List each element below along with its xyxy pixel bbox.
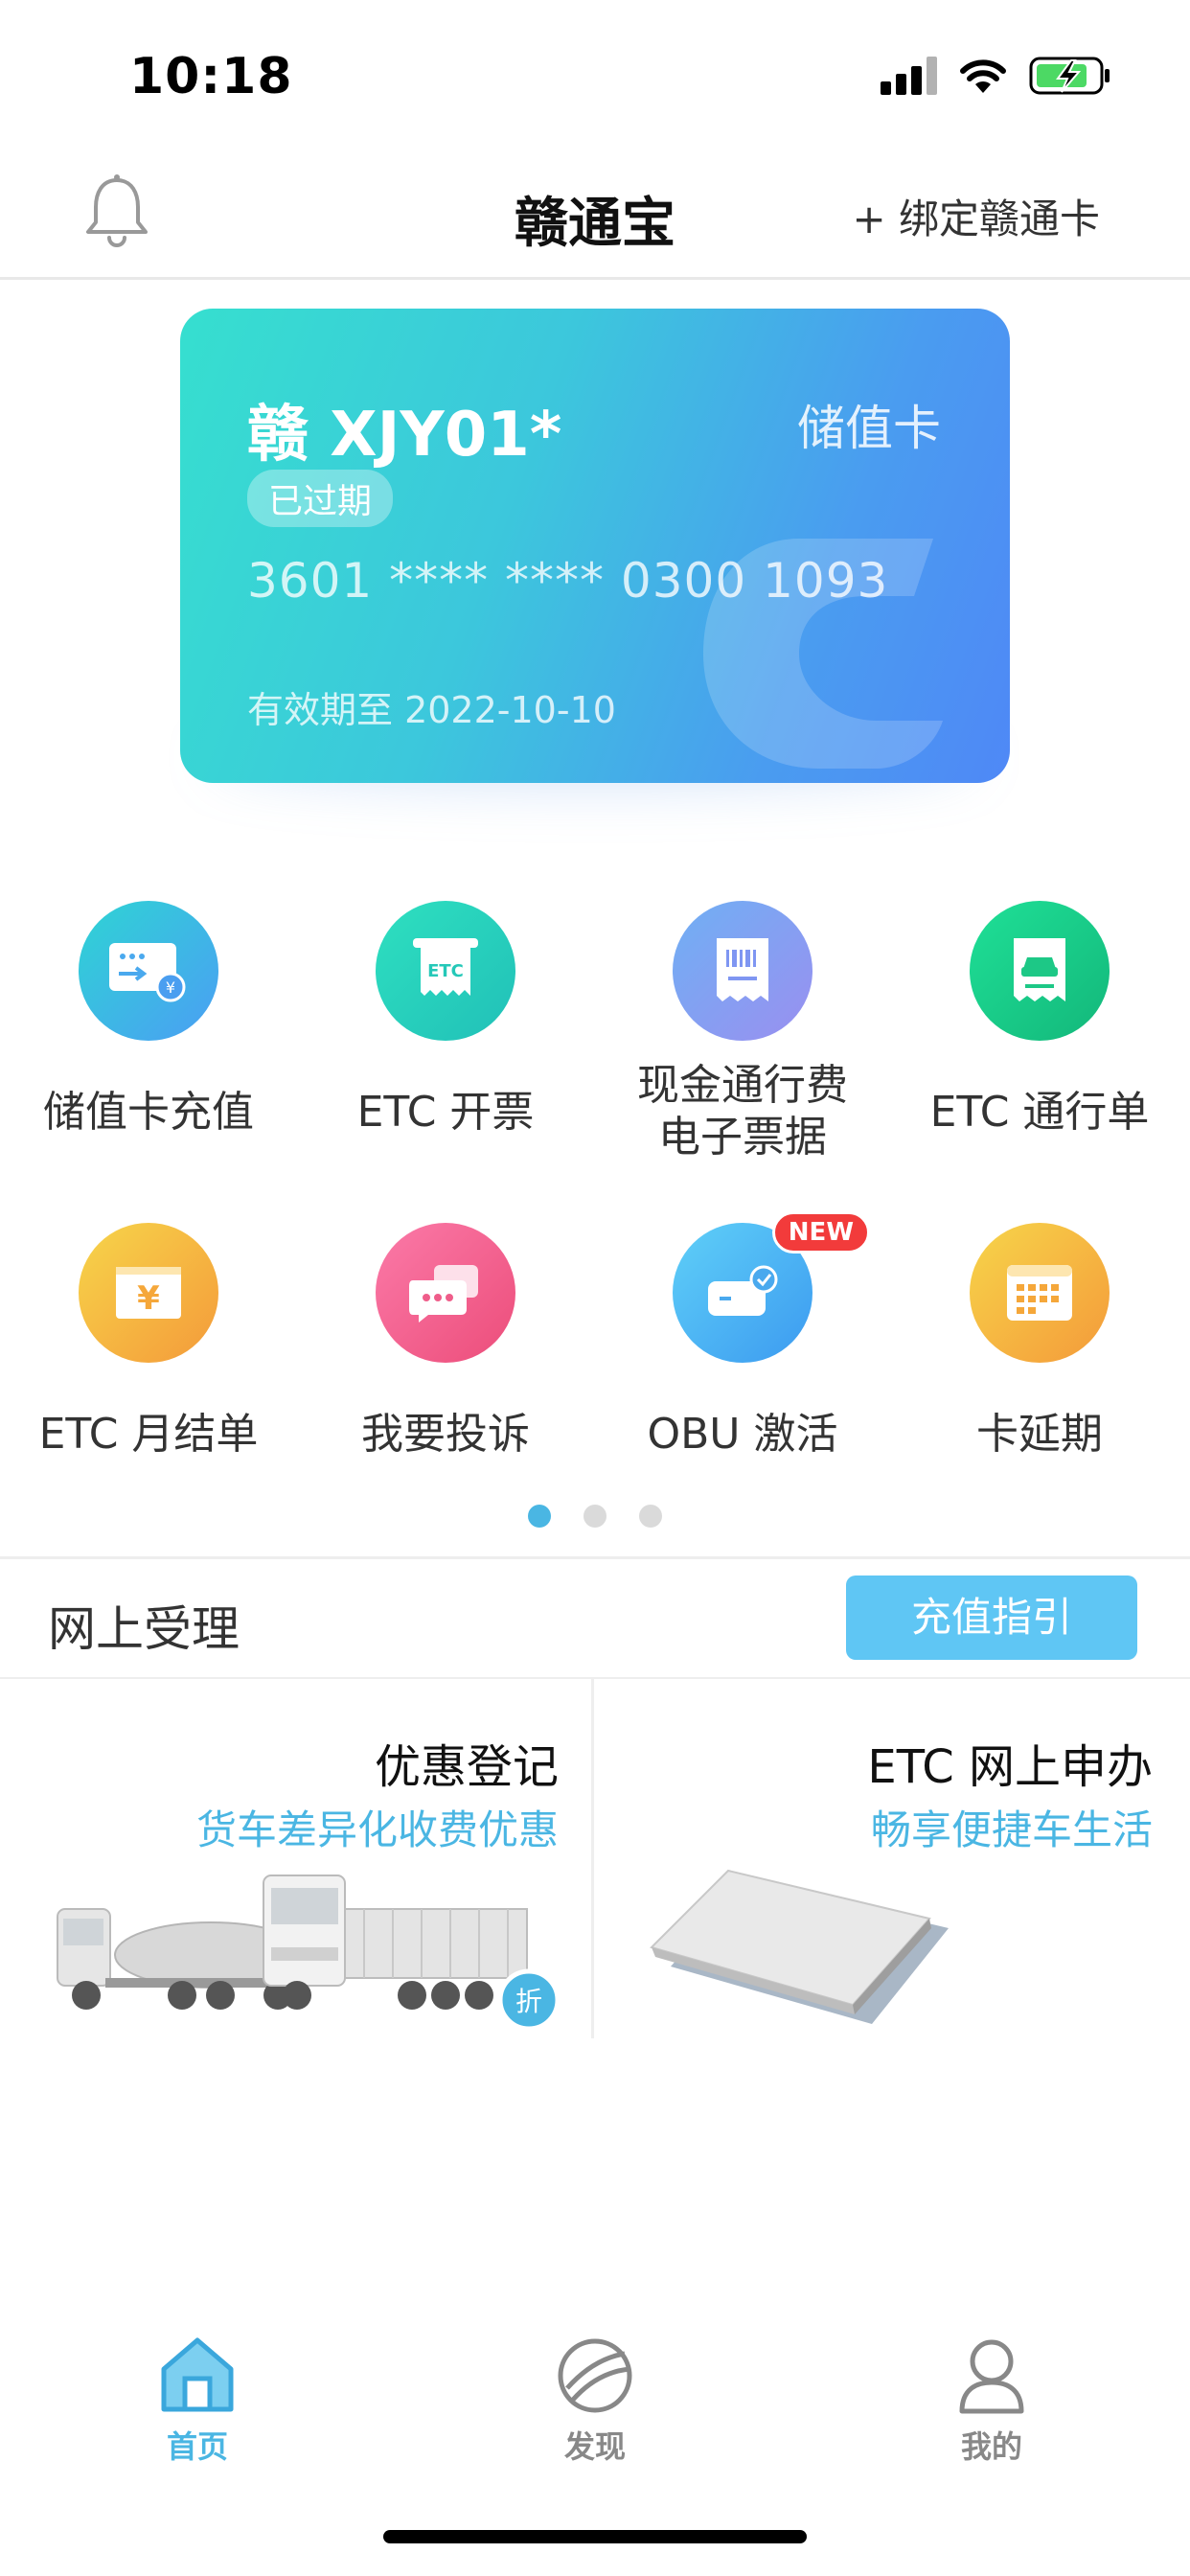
- receipt-icon: [673, 901, 812, 1041]
- func-label: 卡延期: [976, 1410, 1103, 1459]
- page-dot[interactable]: [584, 1505, 606, 1528]
- yen-icon-text: ¥: [137, 1279, 160, 1318]
- func-etc-pass-ticket[interactable]: ETC 通行单: [891, 901, 1188, 1138]
- recharge-guide-button[interactable]: 充值指引: [846, 1576, 1137, 1660]
- cellular-signal-icon: [881, 57, 937, 95]
- tab-home[interactable]: 首页: [102, 2333, 293, 2467]
- func-etc-invoice[interactable]: ETC ETC 开票: [297, 901, 594, 1138]
- truck-image: 折: [57, 1874, 561, 2032]
- card-expiry: 有效期至 2022-10-10: [247, 689, 616, 731]
- complaint-icon: [376, 1223, 515, 1363]
- card-recharge-icon: ¥: [79, 901, 218, 1041]
- plate-number: 赣 XJY01*: [247, 400, 562, 471]
- func-label: 我要投诉: [361, 1410, 530, 1459]
- profile-icon: [950, 2333, 1033, 2415]
- status-icons: [881, 56, 1111, 96]
- battery-charging-icon: [1029, 56, 1111, 96]
- card-number: 3601 **** **** 0300 1093: [247, 553, 889, 609]
- section-title: 网上受理: [48, 1601, 240, 1657]
- func-cash-toll-receipt[interactable]: 现金通行费 电子票据: [594, 901, 891, 1163]
- status-time: 10:18: [129, 48, 293, 105]
- card-type: 储值卡: [797, 401, 941, 456]
- etc-online-apply-panel[interactable]: ETC 网上申办 畅享便捷车生活: [594, 1679, 1186, 2038]
- etc-card[interactable]: 赣 XJY01* 储值卡 已过期 3601 **** **** 0300 109…: [180, 309, 1010, 783]
- func-label: ETC 通行单: [929, 1088, 1150, 1137]
- panel-subtitle: 货车差异化收费优惠: [195, 1806, 559, 1853]
- discount-registration-panel[interactable]: 优惠登记 货车差异化收费优惠 折: [0, 1679, 592, 2038]
- bind-card-button[interactable]: + 绑定赣通卡: [852, 187, 1100, 245]
- page-dot[interactable]: [528, 1505, 551, 1528]
- tab-label: 首页: [166, 2428, 228, 2465]
- etc-card-image: [650, 1869, 949, 2024]
- func-complaint[interactable]: 我要投诉: [297, 1223, 594, 1460]
- divider: [0, 1556, 1190, 1559]
- home-indicator[interactable]: [383, 2530, 807, 2543]
- panel-title: ETC 网上申办: [867, 1740, 1153, 1794]
- card-extend-icon: [970, 1223, 1110, 1363]
- func-obu-activate[interactable]: NEW OBU 激活: [594, 1211, 891, 1460]
- tab-label: 发现: [563, 2428, 626, 2465]
- page-dot[interactable]: [639, 1505, 662, 1528]
- status-bar: 10:18: [0, 0, 1190, 144]
- tab-discover[interactable]: 发现: [499, 2333, 691, 2467]
- etc-icon-text: ETC: [427, 961, 464, 981]
- wifi-icon: [958, 57, 1008, 95]
- bottom-tab-bar: 首页 发现 我的: [0, 2310, 1190, 2501]
- panel-title: 优惠登记: [374, 1740, 559, 1794]
- func-label: 储值卡充值: [43, 1088, 254, 1137]
- func-label: ETC 月结单: [38, 1410, 259, 1459]
- func-label: OBU 激活: [647, 1410, 838, 1459]
- tab-label: 我的: [960, 2428, 1022, 2465]
- monthly-bill-icon: ¥: [79, 1223, 218, 1363]
- top-nav-bar: 赣通宝 + 绑定赣通卡: [0, 144, 1190, 280]
- page-indicator: [0, 1505, 1190, 1528]
- etc-invoice-icon: ETC: [376, 901, 515, 1041]
- svg-text:¥: ¥: [166, 978, 175, 997]
- home-icon: [156, 2333, 239, 2415]
- card-status-badge: 已过期: [247, 470, 394, 527]
- car-ticket-icon: [970, 901, 1110, 1041]
- new-badge: NEW: [771, 1211, 870, 1254]
- func-label: 现金通行费 电子票据: [637, 1061, 848, 1162]
- func-label: ETC 开票: [356, 1088, 535, 1137]
- tab-profile[interactable]: 我的: [896, 2333, 1087, 2467]
- discount-badge-text: 折: [515, 1986, 542, 2017]
- obu-activate-icon: NEW: [673, 1211, 870, 1363]
- func-card-recharge[interactable]: ¥ 储值卡充值: [0, 901, 297, 1138]
- discover-icon: [554, 2333, 636, 2415]
- panel-subtitle: 畅享便捷车生活: [870, 1806, 1153, 1853]
- func-etc-monthly-bill[interactable]: ¥ ETC 月结单: [0, 1223, 297, 1460]
- func-card-extend[interactable]: 卡延期: [891, 1223, 1188, 1460]
